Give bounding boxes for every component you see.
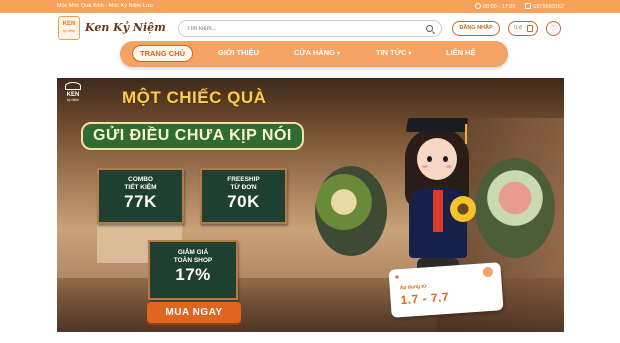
cart-icon xyxy=(527,25,533,32)
contact-info: 08:00 - 17:00 0975693162 xyxy=(474,3,564,10)
search-input[interactable] xyxy=(187,22,417,35)
logo-text[interactable]: Ken Kỷ Niệm xyxy=(85,21,166,34)
bow-icon xyxy=(65,82,81,90)
nav-item-contact[interactable]: LIÊN HỆ xyxy=(446,48,476,57)
nav-item-news[interactable]: TIN TỨC ▾ xyxy=(376,48,411,57)
chevron-down-icon: ▾ xyxy=(408,51,412,57)
wishlist-button[interactable]: ♡ xyxy=(546,21,561,36)
banner-logo: KEN ký niệm xyxy=(61,82,85,118)
chevron-down-icon: ▾ xyxy=(336,51,340,57)
nav-item-home[interactable]: TRANG CHỦ xyxy=(132,45,193,62)
offer-board-combo: COMBO TIẾT KIỆM 77K xyxy=(97,168,184,224)
main-nav: TRANG CHỦ GIỚI THIỆU CỬA HÀNG ▾ TIN TỨC ▾ … xyxy=(120,41,508,67)
offer-board-discount: GIẢM GIÁ TOÀN SHOP 17% xyxy=(148,240,238,300)
heart-icon: ♡ xyxy=(549,24,558,33)
hours: 08:00 - 17:00 xyxy=(474,3,515,10)
clock-icon xyxy=(474,3,481,9)
badge-icon xyxy=(482,266,494,278)
search-icon[interactable] xyxy=(426,25,433,32)
headline-line-2: GỬI ĐIỀU CHƯA KỊP NÓI xyxy=(81,122,304,150)
offer-board-freeship: FREESHIP TỪ ĐƠN 70K xyxy=(200,168,287,224)
sunflower-image xyxy=(450,196,476,222)
logo-badge[interactable]: KEN ký niệm xyxy=(58,16,80,40)
phone[interactable]: 0975693162 xyxy=(525,3,564,10)
search-box[interactable] xyxy=(178,20,442,37)
bouquet-right-image xyxy=(475,158,555,258)
phone-icon xyxy=(525,3,532,9)
promo-date-card: ♥ Áp dụng từ 1.7 - 7.7 xyxy=(388,262,504,318)
headline-line-1: MỘT CHIẾC QUÀ xyxy=(122,88,267,107)
bouquet-left-image xyxy=(315,166,387,256)
header: KEN ký niệm Ken Kỷ Niệm ĐĂNG NHẬP 0 đ ♡ xyxy=(0,13,620,43)
tagline: Móc Móc Quà Xinh - Móc Kỷ Niệm Lưu xyxy=(57,3,153,9)
nav-item-shop[interactable]: CỬA HÀNG ▾ xyxy=(294,48,340,57)
top-bar: Móc Móc Quà Xinh - Móc Kỷ Niệm Lưu 08:00… xyxy=(0,0,620,13)
hero-banner[interactable]: KEN ký niệm MỘT CHIẾC QUÀ GỬI ĐIỀU CHƯA … xyxy=(57,78,564,332)
nav-item-about[interactable]: GIỚI THIỆU xyxy=(218,48,259,57)
shop-now-button[interactable]: MUA NGAY xyxy=(147,302,241,323)
cart-button[interactable]: 0 đ xyxy=(508,21,538,36)
heart-icon: ♥ xyxy=(394,274,400,282)
cart-total: 0 đ xyxy=(514,25,522,31)
login-button[interactable]: ĐĂNG NHẬP xyxy=(452,21,500,36)
